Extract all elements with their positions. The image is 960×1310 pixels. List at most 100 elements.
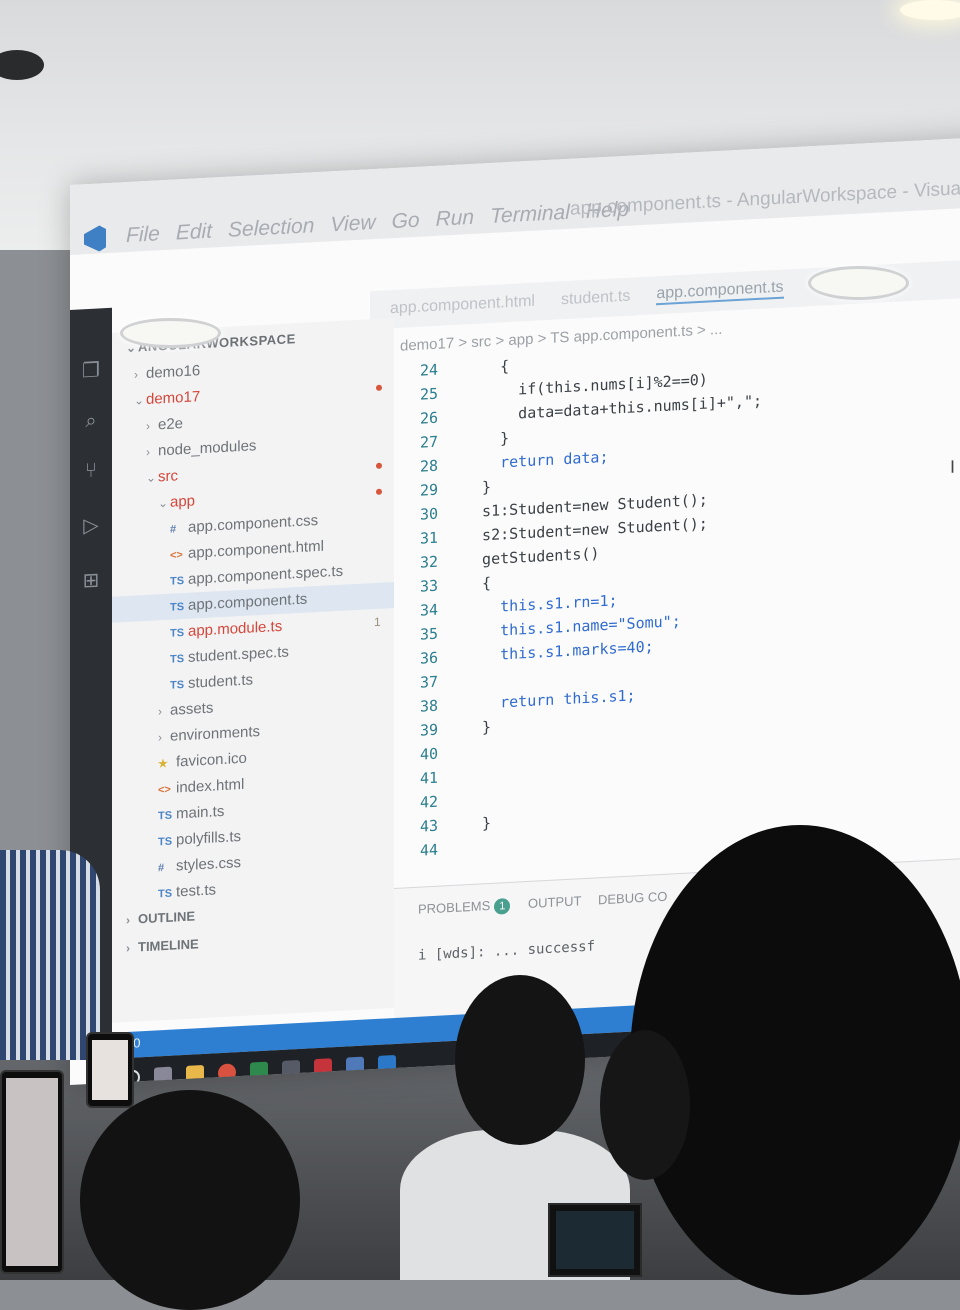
ts-file-icon: TS (158, 887, 173, 901)
line-number: 30 (419, 504, 438, 524)
line-number: 26 (419, 408, 438, 428)
chevron-right-icon: › (134, 367, 138, 382)
phone-screen (92, 1040, 128, 1100)
tree-item-e2e[interactable]: › e2e (146, 411, 183, 439)
chevron-right-icon: › (146, 418, 150, 434)
line-number: 37 (419, 672, 438, 692)
explorer-icon[interactable]: ❐ (79, 358, 103, 383)
ts-file-icon: TS (170, 679, 185, 692)
menu-go[interactable]: Go (392, 209, 420, 236)
code-line: return this.s1; (464, 686, 636, 714)
window-title: app.component.ts - AngularWorkspace - Vi… (570, 172, 960, 220)
outline-section[interactable]: › OUTLINE (126, 908, 195, 927)
line-number: 38 (419, 696, 438, 716)
ts-file-icon: TS (170, 627, 185, 640)
tree-item-assets[interactable]: › assets (158, 695, 213, 724)
menu-bar: File Edit Selection View Go Run Terminal… (84, 198, 629, 253)
tree-item-demo17[interactable]: ⌄ demo17 (134, 384, 200, 413)
audience-laptop (548, 1203, 642, 1277)
code-line: } (464, 813, 492, 834)
tree-item-node-modules[interactable]: › node_modules (146, 433, 256, 465)
line-number: 28 (419, 456, 438, 476)
modified-dot (376, 462, 382, 469)
output-log-text: i [wds]: ... successf (418, 938, 596, 964)
line-number: 33 (419, 576, 438, 596)
line-number: 35 (419, 624, 438, 644)
menu-run[interactable]: Run (436, 206, 475, 234)
ceiling-light (808, 266, 909, 300)
panel-tab-output[interactable]: OUTPUT (528, 893, 581, 911)
audience-head (455, 975, 585, 1145)
chevron-down-icon: ⌄ (134, 393, 145, 408)
tree-item-student-ts[interactable]: TS student.ts (170, 667, 253, 697)
vscode-logo-icon (84, 225, 106, 252)
line-number: 44 (419, 840, 438, 860)
run-debug-icon[interactable]: ▷ (79, 513, 103, 538)
line-number: 43 (419, 816, 438, 836)
search-icon[interactable]: ⌕ (79, 408, 103, 433)
line-number: 34 (419, 600, 438, 620)
chevron-down-icon: ⌄ (158, 495, 169, 511)
presenter-shirt (0, 850, 100, 1060)
tree-item-src[interactable]: ⌄ src (146, 463, 178, 491)
extensions-icon[interactable]: ⊞ (79, 568, 103, 593)
code-line: return data; (464, 447, 609, 474)
chevron-right-icon: › (146, 444, 150, 460)
tree-item-app[interactable]: ⌄ app (158, 488, 195, 516)
menu-view[interactable]: View (330, 211, 375, 239)
laptop-screen (556, 1211, 634, 1269)
code-editor[interactable]: 24 25 26 27 28 29 30 31 32 33 34 35 36 3… (394, 332, 960, 883)
tab-student-ts[interactable]: student.ts (561, 288, 630, 310)
menu-edit[interactable]: Edit (176, 220, 212, 248)
menu-selection[interactable]: Selection (228, 214, 314, 245)
line-number: 24 (419, 360, 438, 380)
line-number: 39 (419, 720, 438, 740)
html-file-icon: <> (158, 783, 171, 797)
chevron-right-icon: › (158, 704, 162, 719)
line-number: 32 (419, 552, 438, 572)
tab-app-component-html[interactable]: app.component.html (390, 293, 535, 319)
css-file-icon: # (170, 523, 177, 536)
chevron-right-icon: › (126, 912, 130, 928)
problems-count-badge: 1 (494, 897, 511, 915)
ts-file-icon: TS (158, 809, 173, 823)
modified-dot (376, 384, 382, 391)
modified-dot (376, 488, 382, 495)
tree-item-test-ts[interactable]: TS test.ts (158, 877, 216, 906)
explorer-sidebar: ⌄ANGULARWORKSPACE › demo16 ⌄ demo17 › e2e ›… (112, 318, 394, 1023)
tree-item-student-spec-ts[interactable]: TS student.spec.ts (170, 640, 289, 672)
ts-file-icon: TS (158, 835, 173, 849)
code-line: } (464, 477, 492, 498)
line-number: 29 (419, 480, 438, 500)
code-line: this.s1.rn=1; (464, 591, 618, 618)
code-line: { (464, 356, 510, 378)
phone-screen (6, 1078, 58, 1266)
ts-file-icon: TS (170, 653, 185, 666)
chevron-right-icon: › (158, 730, 162, 745)
text-cursor-icon: I (950, 456, 956, 477)
ceiling-light (120, 318, 221, 348)
menu-file[interactable]: File (126, 222, 160, 250)
tree-item-demo16[interactable]: › demo16 (134, 358, 200, 387)
star-icon: ★ (158, 757, 168, 771)
tree-item-index-html[interactable]: <> index.html (158, 772, 244, 803)
tab-app-component-ts[interactable]: app.component.ts (656, 278, 784, 306)
source-control-icon[interactable]: ⑂ (79, 458, 103, 483)
css-file-icon: # (158, 862, 165, 875)
tree-item-styles-css[interactable]: # styles.css (158, 850, 241, 880)
line-number: 25 (419, 384, 438, 404)
panel-tab-problems[interactable]: PROBLEMS 1 (418, 897, 511, 919)
menu-terminal[interactable]: Terminal (490, 201, 570, 231)
chevron-down-icon: ⌄ (146, 470, 157, 486)
problem-count-badge: 1 (374, 614, 381, 630)
ts-file-icon: TS (170, 575, 185, 588)
ts-file-icon: TS (170, 601, 185, 614)
line-number: 40 (419, 744, 438, 764)
tree-item-main-ts[interactable]: TS main.ts (158, 799, 224, 828)
audience-head (80, 1090, 300, 1310)
audience-phone (86, 1032, 134, 1108)
timeline-section[interactable]: › TIMELINE (126, 936, 199, 955)
line-number: 41 (419, 768, 438, 788)
panel-tab-debug-console[interactable]: DEBUG CO (598, 889, 667, 908)
line-number: 42 (419, 792, 438, 812)
